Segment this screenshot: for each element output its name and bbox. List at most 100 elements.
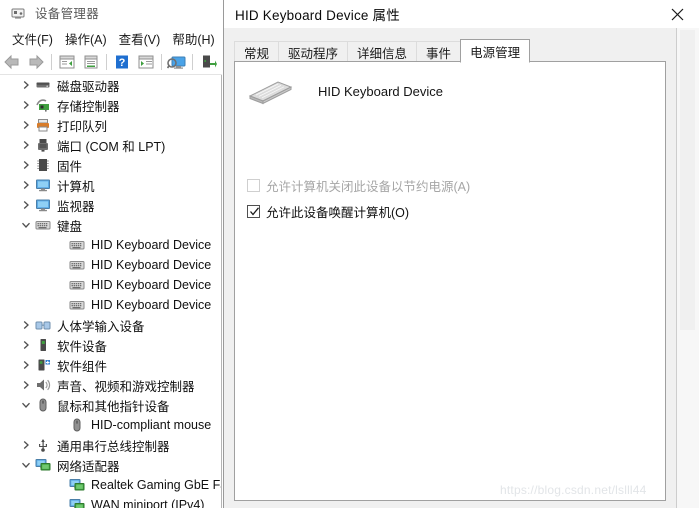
keyboard-icon [34, 215, 52, 235]
disk-drive-icon [34, 75, 52, 95]
tree-item[interactable]: 人体学输入设备 [0, 315, 221, 335]
back-arrow-icon[interactable] [0, 51, 24, 73]
chevron-right-icon[interactable] [18, 155, 34, 175]
tree-item-label: 通用串行总线控制器 [57, 439, 170, 454]
tree-item-label: 监视器 [57, 199, 95, 214]
tree-item-label: 鼠标和其他指针设备 [57, 399, 170, 414]
tree-item-label: 磁盘驱动器 [57, 79, 120, 94]
keyboard-device-icon [247, 74, 293, 108]
dialog-scrollbar[interactable] [676, 28, 699, 508]
chevron-right-icon[interactable] [18, 75, 34, 95]
device-manager-icon [10, 5, 26, 21]
device-header: HID Keyboard Device [247, 74, 647, 108]
firmware-icon [34, 155, 52, 175]
chevron-right-icon[interactable] [18, 435, 34, 455]
tree-item[interactable]: 软件设备 [0, 335, 221, 355]
storage-controller-icon [34, 95, 52, 115]
menu-file[interactable]: 文件(F) [6, 27, 59, 50]
chevron-right-icon[interactable] [18, 355, 34, 375]
tree-item[interactable]: HID Keyboard Device [0, 255, 221, 275]
tree-item[interactable]: 通用串行总线控制器 [0, 435, 221, 455]
checkbox-box-unchecked[interactable] [247, 179, 260, 192]
chevron-right-icon[interactable] [18, 115, 34, 135]
device-properties-dialog: HID Keyboard Device 属性 常规 驱动程序 详细信息 事件 电… [223, 0, 699, 508]
properties-icon[interactable] [79, 51, 103, 73]
checkbox-label: 允许此设备唤醒计算机(O) [266, 206, 410, 220]
tree-item[interactable]: 计算机 [0, 175, 221, 195]
tree-item[interactable]: 键盘 [0, 215, 221, 235]
tree-item-label: WAN miniport (IPv4) [91, 498, 205, 508]
tree-item[interactable]: 网络适配器 [0, 455, 221, 475]
chevron-down-icon[interactable] [18, 455, 34, 475]
tree-item[interactable]: HID Keyboard Device [0, 235, 221, 255]
hid-icon [34, 315, 52, 335]
help-icon[interactable]: ? [110, 51, 134, 73]
close-icon[interactable] [655, 0, 699, 28]
tree-item[interactable]: 监视器 [0, 195, 221, 215]
tree-item[interactable]: HID Keyboard Device [0, 295, 221, 315]
chevron-right-icon[interactable] [18, 175, 34, 195]
forward-arrow-icon[interactable] [24, 51, 48, 73]
tree-item[interactable]: 软件组件 [0, 355, 221, 375]
tree-item[interactable]: 声音、视频和游戏控制器 [0, 375, 221, 395]
dialog-scrollbar-thumb[interactable] [680, 30, 695, 330]
tree-item[interactable]: HID Keyboard Device [0, 275, 221, 295]
update-driver-icon[interactable] [134, 51, 158, 73]
keyboard-icon [68, 255, 86, 275]
menu-help[interactable]: 帮助(H) [166, 27, 220, 50]
show-hide-console-tree-icon[interactable] [55, 51, 79, 73]
menu-action[interactable]: 操作(A) [59, 27, 113, 50]
scan-for-hardware-changes-icon[interactable] [165, 51, 189, 73]
tree-item[interactable]: 打印队列 [0, 115, 221, 135]
tree-item[interactable]: 端口 (COM 和 LPT) [0, 135, 221, 155]
device-name: HID Keyboard Device [318, 83, 443, 99]
tab-events[interactable]: 事件 [416, 41, 462, 62]
tree-item[interactable]: Realtek Gaming GbE Fam [0, 475, 221, 495]
chevron-right-icon[interactable] [18, 195, 34, 215]
toolbar-separator [192, 54, 193, 70]
chevron-right-icon[interactable] [18, 315, 34, 335]
tree-item-label: 端口 (COM 和 LPT) [57, 139, 166, 154]
checkbox-allow-computer-turn-off-device[interactable]: 允许计算机关闭此设备以节约电源(A) [247, 176, 470, 195]
tree-item-label: 键盘 [57, 219, 83, 234]
toolbar-separator [51, 54, 52, 70]
chevron-down-icon[interactable] [18, 215, 34, 235]
chevron-right-icon[interactable] [18, 335, 34, 355]
checkmark-icon [250, 207, 260, 216]
tree-item[interactable]: WAN miniport (IPv4) [0, 495, 221, 508]
tree-item[interactable]: 存储控制器 [0, 95, 221, 115]
tree-item-label: 软件组件 [57, 359, 108, 374]
add-legacy-hardware-icon[interactable] [196, 51, 220, 73]
device-manager-toolbar: ? [0, 50, 222, 75]
chevron-right-icon[interactable] [18, 95, 34, 115]
tree-item[interactable]: 鼠标和其他指针设备 [0, 395, 221, 415]
monitor-icon [34, 195, 52, 215]
tree-item[interactable]: HID-compliant mouse [0, 415, 221, 435]
checkbox-box-checked[interactable] [247, 205, 260, 218]
menu-view[interactable]: 查看(V) [113, 27, 167, 50]
tree-item[interactable]: 磁盘驱动器 [0, 75, 221, 95]
tab-details[interactable]: 详细信息 [347, 41, 418, 62]
svg-text:?: ? [119, 57, 126, 69]
tab-general[interactable]: 常规 [234, 41, 280, 62]
toolbar-separator [161, 54, 162, 70]
chevron-right-icon[interactable] [18, 375, 34, 395]
power-management-panel: HID Keyboard Device 允许计算机关闭此设备以节约电源(A) 允… [234, 61, 666, 501]
keyboard-icon [68, 275, 86, 295]
tree-item-label: 打印队列 [57, 119, 108, 134]
chevron-right-icon[interactable] [18, 135, 34, 155]
checkbox-allow-device-wake-computer[interactable]: 允许此设备唤醒计算机(O) [247, 202, 409, 221]
tab-power-management[interactable]: 电源管理 [460, 39, 531, 63]
tab-driver[interactable]: 驱动程序 [278, 41, 349, 62]
device-tree-pane[interactable]: 磁盘驱动器 存储控制器 打印队列 端口 (COM 和 LPT) 固件 计算机 监视器 键盘 HI… [0, 75, 222, 508]
tree-item-label: 人体学输入设备 [57, 319, 145, 334]
tree-item[interactable]: 固件 [0, 155, 221, 175]
tree-item-label: 计算机 [57, 179, 95, 194]
chevron-down-icon[interactable] [18, 395, 34, 415]
printer-icon [34, 115, 52, 135]
